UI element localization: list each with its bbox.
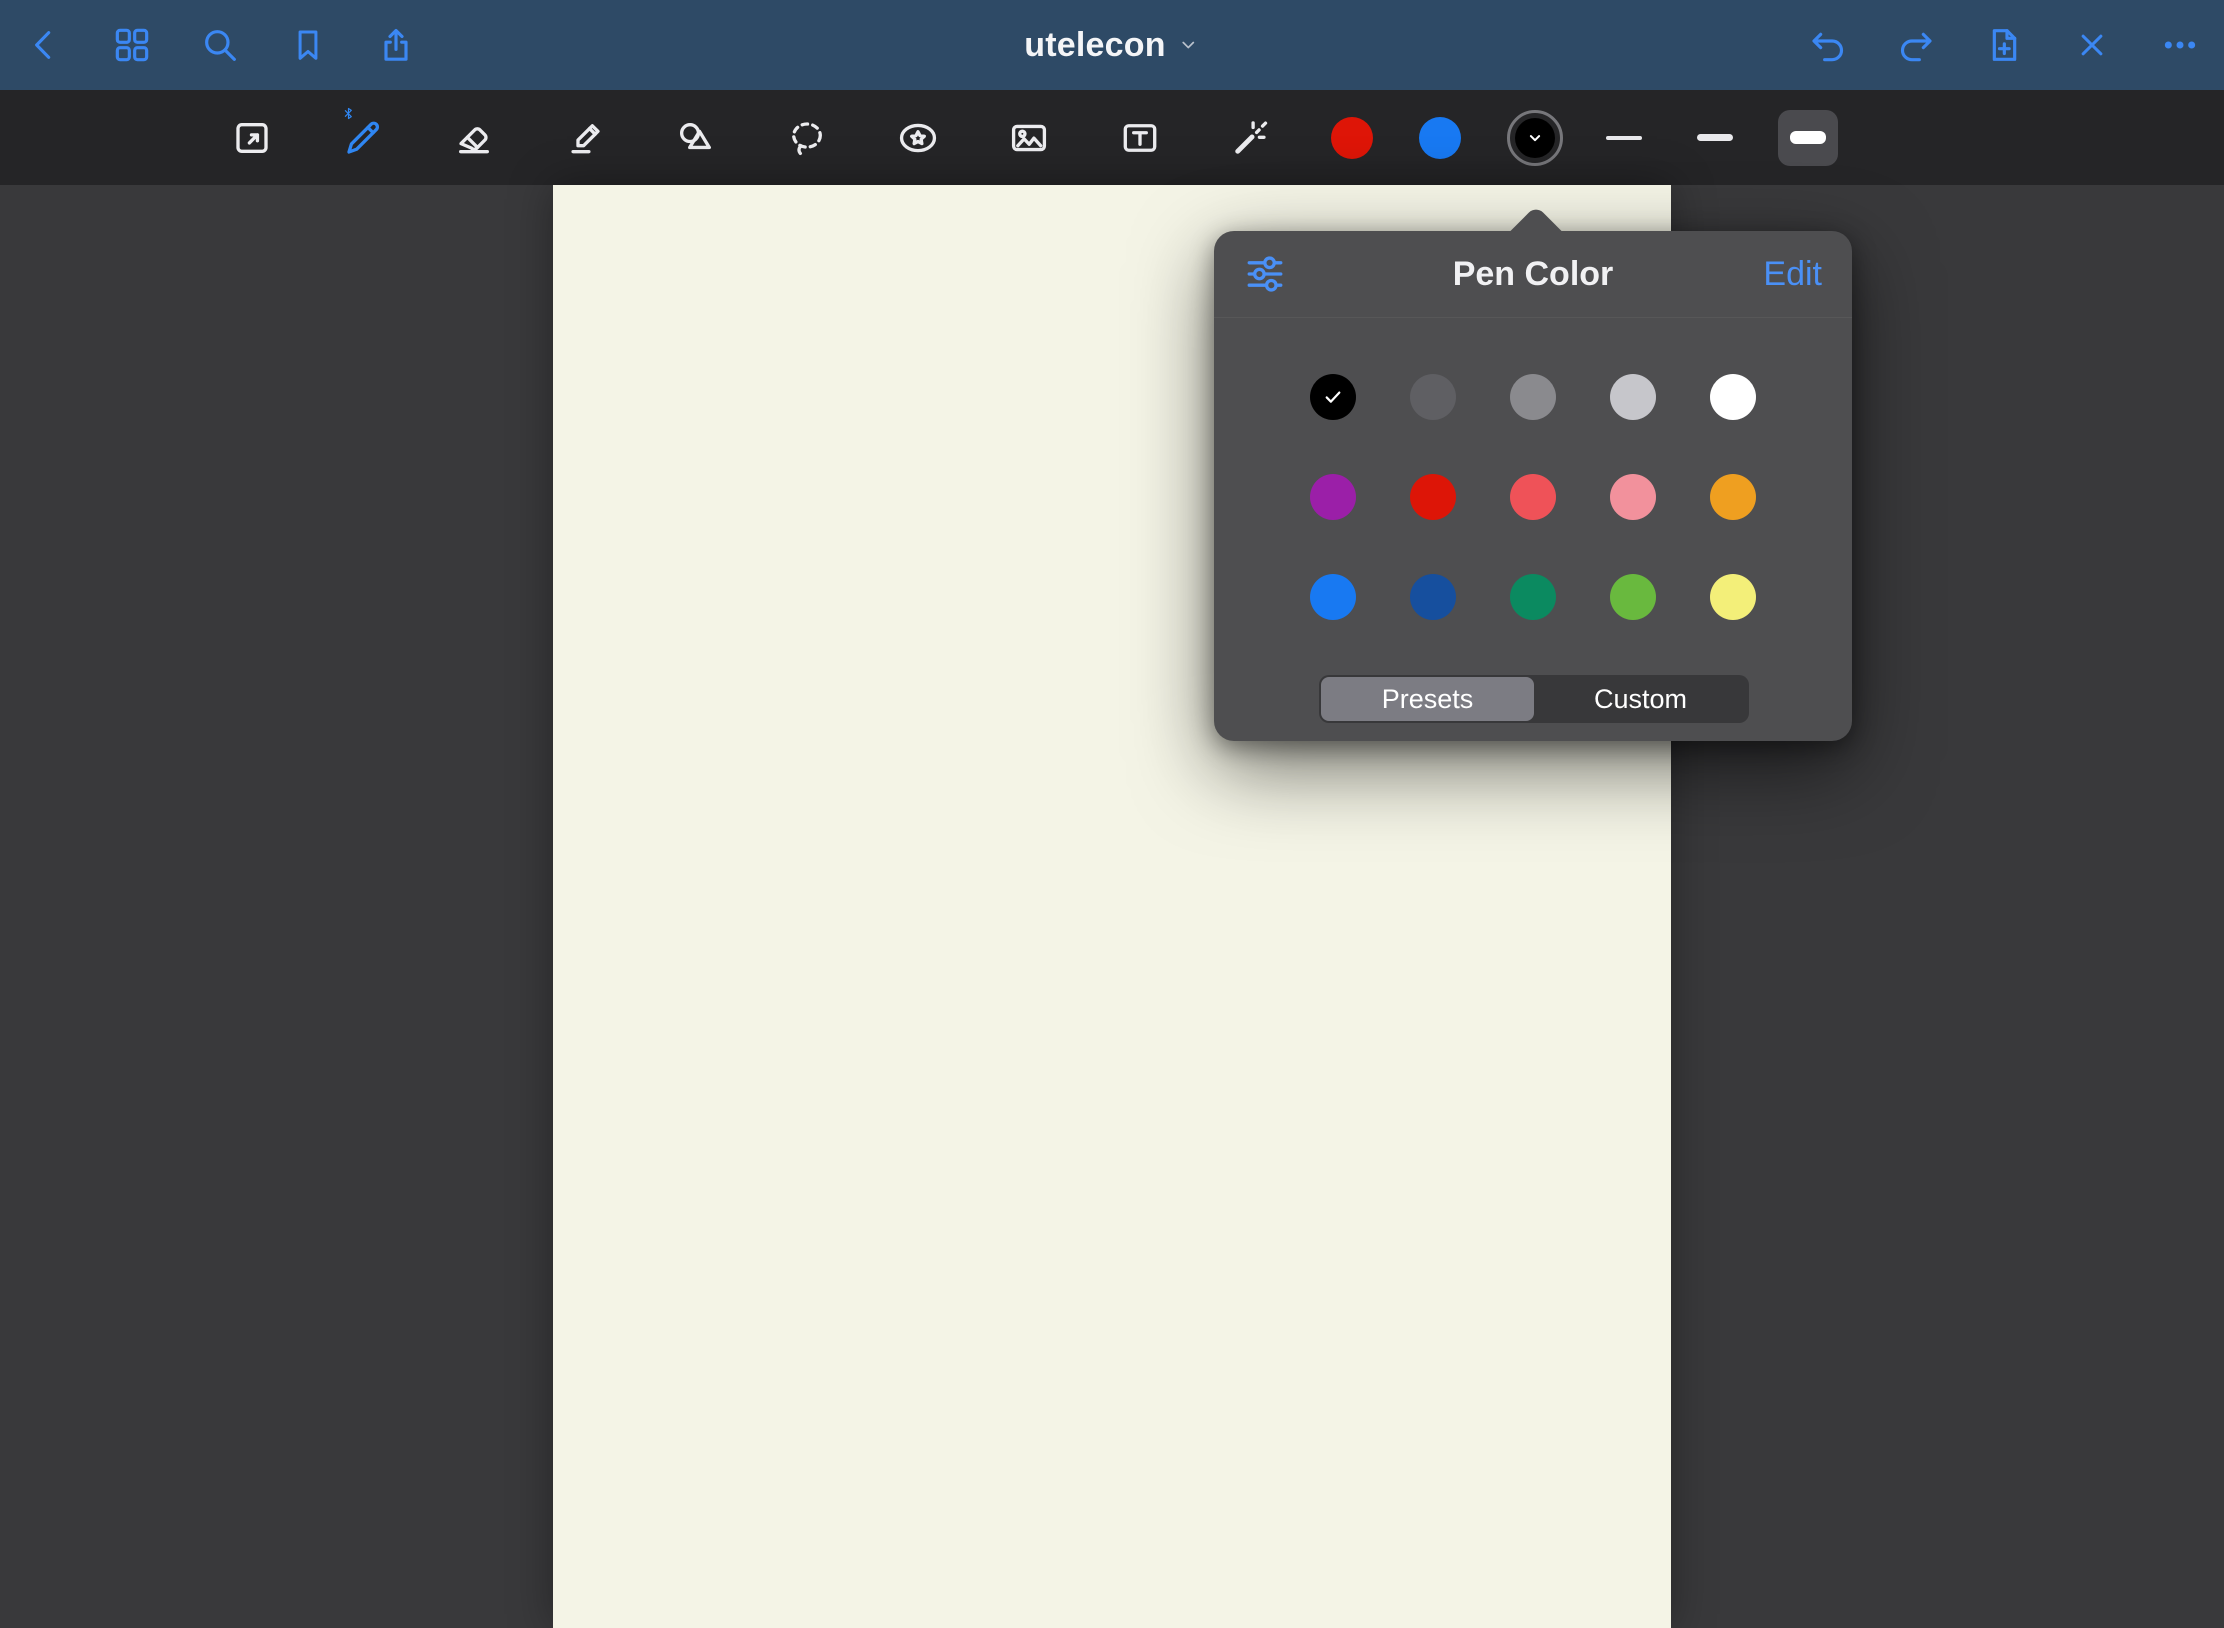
pen-icon [342,117,384,159]
shapes-icon [675,117,717,159]
close-icon [2073,26,2111,64]
topbar-left-group [16,17,424,73]
medium-stroke-icon [1697,134,1733,141]
canvas-area [0,185,2224,1628]
page-thumbnails-icon [112,25,152,65]
top-navigation-bar: utelecon [0,0,2224,90]
highlighter-icon [564,117,606,159]
redo-icon [1896,25,1936,65]
thin-stroke-icon [1606,136,1642,140]
color-swatch-purple[interactable] [1310,474,1356,520]
eraser-tool[interactable] [446,110,502,166]
popover-header: Pen Color Edit [1214,231,1852,318]
bookmark-icon [289,26,327,64]
stroke-size-group [1596,110,1838,166]
eraser-icon [453,117,495,159]
color-swatch-blue[interactable] [1310,574,1356,620]
sliders-icon [1244,253,1286,295]
color-swatch-pink[interactable] [1610,474,1656,520]
tab-presets[interactable]: Presets [1321,677,1534,721]
color-swatch-red[interactable] [1410,474,1456,520]
text-icon [1119,117,1161,159]
close-button[interactable] [2064,17,2120,73]
topbar-right-group [1800,17,2208,73]
color-swatch-white[interactable] [1710,374,1756,420]
quick-color-black-selected[interactable] [1507,110,1563,166]
undo-icon [1808,25,1848,65]
color-swatch-green[interactable] [1610,574,1656,620]
document-title: utelecon [1024,26,1165,65]
stroke-medium-button[interactable] [1687,110,1743,166]
pen-settings-button[interactable] [1244,253,1286,295]
color-swatch-orange[interactable] [1710,474,1756,520]
color-swatch-grid [1310,374,1756,620]
selected-color-circle [1515,118,1555,158]
checkmark-icon [1319,383,1347,411]
share-icon [376,25,416,65]
laser-pointer-icon [1230,117,1272,159]
color-swatch-black-selected[interactable] [1310,374,1356,420]
color-swatch-teal[interactable] [1510,574,1556,620]
image-icon [1008,117,1050,159]
share-button[interactable] [368,17,424,73]
thick-stroke-icon [1790,131,1826,144]
quick-color-group [1331,110,1563,166]
lasso-tool[interactable] [779,110,835,166]
pen-color-popover: Pen Color Edit Presets Custom [1214,231,1852,741]
page-layout-icon [231,117,273,159]
bookmark-button[interactable] [280,17,336,73]
quick-color-blue[interactable] [1419,117,1461,159]
search-icon [200,25,240,65]
bluetooth-icon [341,106,356,121]
add-page-icon [1984,25,2024,65]
laser-pointer-tool[interactable] [1223,110,1279,166]
color-swatch-navy[interactable] [1410,574,1456,620]
color-swatch-gray[interactable] [1510,374,1556,420]
more-icon [2160,25,2200,65]
stroke-thin-button[interactable] [1596,110,1652,166]
color-swatch-darkgray[interactable] [1410,374,1456,420]
tab-custom[interactable]: Custom [1534,677,1747,721]
redo-button[interactable] [1888,17,1944,73]
more-options-button[interactable] [2152,17,2208,73]
stroke-thick-button[interactable] [1778,110,1838,166]
image-tool[interactable] [1001,110,1057,166]
color-swatch-yellow[interactable] [1710,574,1756,620]
presets-custom-segmented-control: Presets Custom [1319,675,1749,723]
elements-tool[interactable] [890,110,946,166]
drawing-toolbar [0,90,2224,185]
chevron-down-icon [1522,125,1548,151]
text-tool[interactable] [1112,110,1168,166]
color-swatch-coral[interactable] [1510,474,1556,520]
lasso-icon [786,117,828,159]
sticker-star-icon [897,117,939,159]
document-title-button[interactable]: utelecon [1018,25,1205,66]
search-button[interactable] [192,17,248,73]
quick-color-red[interactable] [1331,117,1373,159]
highlighter-tool[interactable] [557,110,613,166]
tool-group [224,110,1279,166]
pen-tool[interactable] [335,110,391,166]
back-icon [24,25,64,65]
page-layout-tool[interactable] [224,110,280,166]
add-page-button[interactable] [1976,17,2032,73]
undo-button[interactable] [1800,17,1856,73]
page-thumbnails-button[interactable] [104,17,160,73]
app-window: utelecon [0,0,2224,1628]
popover-title: Pen Color [1214,255,1852,294]
document-title-area: utelecon [1018,0,1205,90]
back-button[interactable] [16,17,72,73]
title-chevron-down-icon [1178,34,1200,56]
shapes-tool[interactable] [668,110,724,166]
color-swatch-lightgray[interactable] [1610,374,1656,420]
edit-colors-button[interactable]: Edit [1763,255,1822,294]
